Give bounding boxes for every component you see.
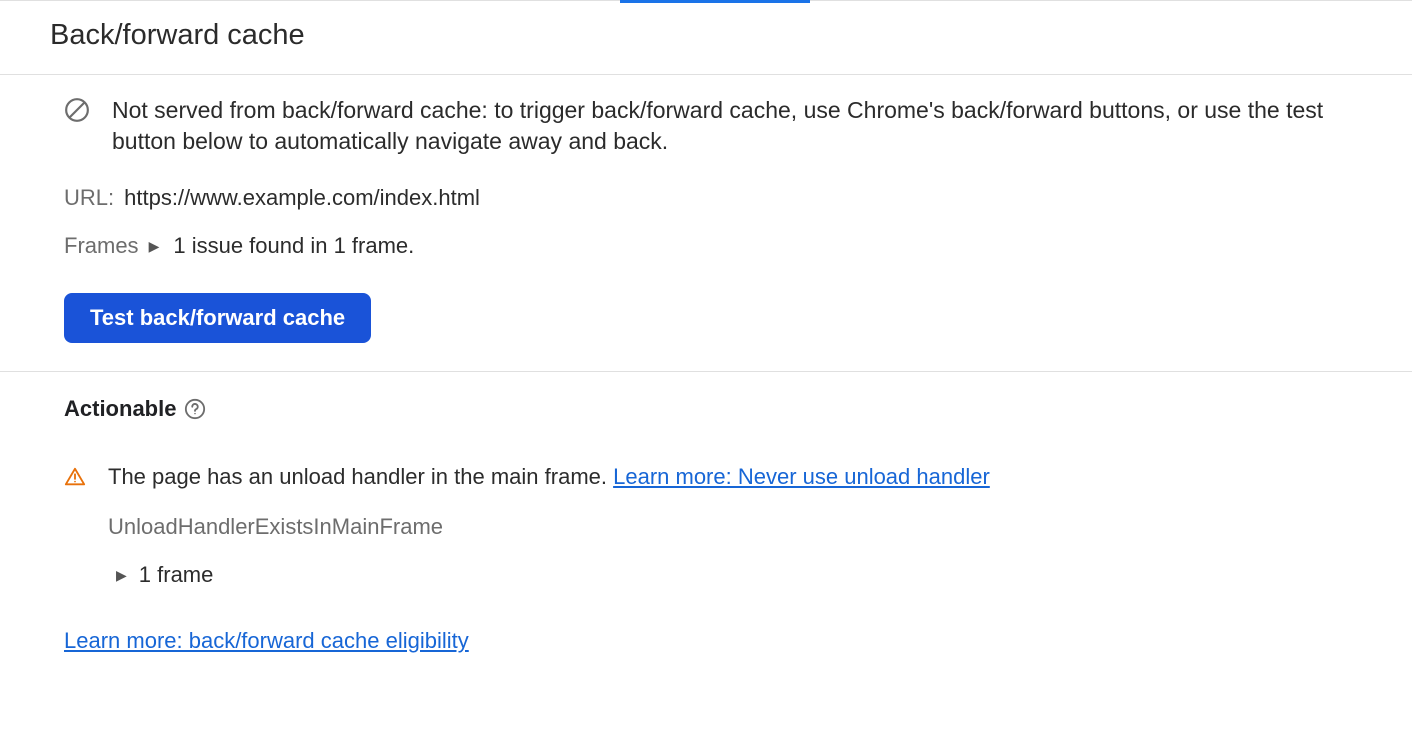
frame-count-row[interactable]: ▶ 1 frame xyxy=(116,562,1362,588)
status-message: Not served from back/forward cache: to t… xyxy=(112,95,1362,157)
panel-top-border xyxy=(0,0,1412,1)
actionable-header: Actionable xyxy=(64,396,1362,422)
footer-learn-more: Learn more: back/forward cache eligibili… xyxy=(64,628,1362,654)
not-available-icon xyxy=(64,97,90,129)
eligibility-learn-more-link[interactable]: Learn more: back/forward cache eligibili… xyxy=(64,628,469,653)
frame-count: 1 frame xyxy=(139,562,214,588)
test-bfcache-button[interactable]: Test back/forward cache xyxy=(64,293,371,343)
frames-label: Frames xyxy=(64,233,139,259)
warning-icon xyxy=(64,466,86,494)
issue-text: The page has an unload handler in the ma… xyxy=(108,464,990,490)
issue-description: The page has an unload handler in the ma… xyxy=(108,464,613,489)
cache-status-section: Not served from back/forward cache: to t… xyxy=(0,75,1412,372)
issue-row: The page has an unload handler in the ma… xyxy=(64,464,1362,494)
url-label: URL: xyxy=(64,185,114,211)
url-row: URL: https://www.example.com/index.html xyxy=(64,185,1362,211)
active-tab-indicator xyxy=(620,0,810,3)
issue-learn-more-link[interactable]: Learn more: Never use unload handler xyxy=(613,464,990,489)
help-icon[interactable] xyxy=(184,398,206,420)
expand-icon[interactable]: ▶ xyxy=(149,238,160,255)
page-title: Back/forward cache xyxy=(50,19,1362,52)
actionable-section: Actionable The page has an unload handle… xyxy=(0,372,1412,684)
issue-code: UnloadHandlerExistsInMainFrame xyxy=(108,514,1362,540)
url-value: https://www.example.com/index.html xyxy=(124,185,480,211)
section-header: Back/forward cache xyxy=(0,1,1412,75)
expand-icon[interactable]: ▶ xyxy=(116,567,127,584)
frames-summary: 1 issue found in 1 frame. xyxy=(173,233,414,259)
status-row: Not served from back/forward cache: to t… xyxy=(64,95,1362,157)
actionable-title: Actionable xyxy=(64,396,176,422)
frames-row[interactable]: Frames ▶ 1 issue found in 1 frame. xyxy=(64,233,1362,259)
